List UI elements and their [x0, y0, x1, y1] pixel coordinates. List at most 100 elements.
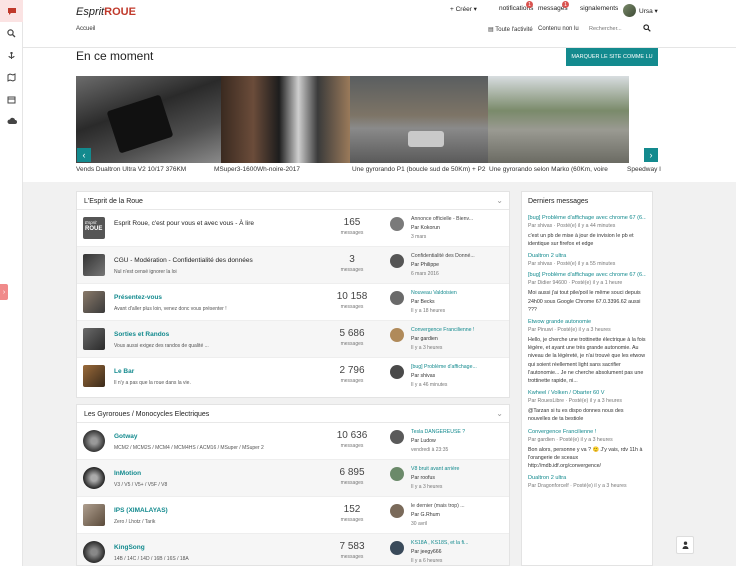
avatar[interactable]	[390, 254, 404, 268]
recent-message-title[interactable]: Dualtron 2 ultra	[528, 475, 646, 481]
avatar[interactable]	[390, 328, 404, 342]
forum-row[interactable]: CGU - Modération - Confidentialité des d…	[77, 247, 509, 284]
search-icon[interactable]	[643, 24, 651, 34]
forum-title[interactable]: IPS (XIMALAYAS)	[114, 507, 168, 514]
last-post-author[interactable]: Par gardien	[411, 336, 438, 342]
last-post-author[interactable]: Par Philippe	[411, 262, 439, 268]
forum-title[interactable]: Sorties et Randos	[114, 331, 169, 338]
carousel-caption[interactable]: Vends Dualtron Ultra V2 10/17 376KM	[76, 166, 186, 173]
carousel-next-button[interactable]: ›	[644, 148, 658, 162]
forum-title[interactable]: Le Bar	[114, 368, 134, 375]
user-panel-button[interactable]	[676, 536, 694, 554]
all-activity-link[interactable]: ▤ Toute l'activité	[488, 26, 533, 33]
recent-message-title[interactable]: Etwow grande autonomie	[528, 319, 646, 325]
forum-row[interactable]: Sorties et Randos Vous aussi exigez des …	[77, 321, 509, 358]
last-post-author[interactable]: Par shivas	[411, 373, 435, 379]
category-header[interactable]: L'Esprit de la Roue ⌄	[77, 192, 509, 210]
forum-row[interactable]: Gotway MCM2 / MCM2S / MCM4 / MCM4HS / AC…	[77, 423, 509, 460]
carousel-caption[interactable]: Une gyrorando P1 (boucle sud de 50Km) + …	[352, 166, 486, 173]
forum-title[interactable]: KingSong	[114, 544, 145, 551]
recent-message-meta: Par gardien · Posté(e) il y a 3 heures	[528, 436, 613, 443]
last-post-title[interactable]: Confidentialité des Donné...	[411, 253, 475, 259]
recent-message-title[interactable]: [bug] Problème d'affichage avec chrome 6…	[528, 215, 646, 221]
last-post-date: Il y a 3 heures	[411, 345, 443, 351]
last-post-title[interactable]: [bug] Problème d'affichage...	[411, 364, 477, 370]
forum-title[interactable]: Esprit Roue, c'est pour vous et avec vou…	[114, 220, 254, 227]
forum-title[interactable]: InMotion	[114, 470, 141, 477]
avatar[interactable]	[390, 504, 404, 518]
post-count-label: messages	[340, 304, 364, 310]
notifications-link[interactable]: notifications 1	[499, 1, 533, 12]
mark-site-read-button[interactable]: MARQUER LE SITE COMME LU	[566, 48, 658, 66]
recent-message-title[interactable]: Convergence Francilienne !	[528, 429, 646, 435]
last-post-title[interactable]: Tesla DANGEREUSE ?	[411, 429, 465, 435]
last-post-title[interactable]: Convergence Francilienne !	[411, 327, 474, 333]
avatar[interactable]	[390, 467, 404, 481]
carousel-caption[interactable]: Speedway I	[627, 166, 661, 173]
last-post-title[interactable]: KS18A , KS18S, et la fi...	[411, 540, 468, 546]
map-icon[interactable]	[0, 66, 23, 88]
category-header[interactable]: Les Gyroroues / Monocycles Electriques ⌄	[77, 405, 509, 423]
post-count-label: messages	[340, 480, 364, 486]
last-post-author[interactable]: Par G.Rhum	[411, 512, 440, 518]
avatar[interactable]	[390, 541, 404, 555]
forum-row[interactable]: Esprit ROUE Esprit Roue, c'est pour vous …	[77, 210, 509, 247]
forum-icon	[83, 504, 105, 526]
avatar[interactable]	[390, 217, 404, 231]
last-post-author[interactable]: Par jeegy666	[411, 549, 442, 555]
recent-message-title[interactable]: Kwheel / Volken / Obarter 60 V	[528, 390, 646, 396]
chevron-down-icon[interactable]: ⌄	[496, 196, 503, 205]
last-post-author[interactable]: Par Kokorun	[411, 225, 440, 231]
forum-description: MCM2 / MCM2S / MCM4 / MCM4HS / ACM16 / M…	[114, 445, 264, 451]
post-count-label: messages	[340, 443, 364, 449]
last-post-title[interactable]: Nouveau Valdoisien	[411, 290, 457, 296]
anchor-icon[interactable]	[0, 44, 23, 66]
forum-row[interactable]: Le Bar Il n'y a pas que la roue dans la …	[77, 358, 509, 395]
carousel-prev-button[interactable]: ‹	[77, 148, 91, 162]
forum-title[interactable]: Gotway	[114, 433, 137, 440]
chat-icon[interactable]	[0, 0, 23, 22]
recent-message-title[interactable]: [bug] Problème d'affichage avec chrome 6…	[528, 272, 646, 278]
user-menu[interactable]: Ursa ▾	[623, 4, 658, 17]
carousel-caption[interactable]: Une gyrorando selon Marko (60Km, voire	[489, 166, 608, 173]
carousel-image-1[interactable]	[76, 76, 221, 163]
search-input[interactable]	[589, 23, 647, 35]
forum-description: Il n'y a pas que la roue dans la vie.	[114, 380, 191, 386]
cloud-icon[interactable]	[0, 110, 23, 132]
last-post-title[interactable]: V8 bruit avant arrière	[411, 466, 459, 472]
forum-title[interactable]: CGU - Modération - Confidentialité des d…	[114, 257, 253, 264]
messages-link[interactable]: messages 1	[538, 1, 569, 12]
recent-message-title[interactable]: Dualtron 2 ultra	[528, 253, 646, 259]
reports-link[interactable]: signalements	[580, 5, 618, 12]
avatar[interactable]	[390, 430, 404, 444]
breadcrumb[interactable]: Accueil	[76, 26, 95, 32]
last-post-author[interactable]: Par Becks	[411, 299, 435, 305]
side-panel-toggle[interactable]: ›	[0, 284, 8, 300]
chevron-down-icon[interactable]: ⌄	[496, 409, 503, 418]
unread-link[interactable]: Contenu non lu	[538, 26, 579, 32]
forum-title[interactable]: Présentez-vous	[114, 294, 162, 301]
post-count-label: messages	[340, 230, 364, 236]
carousel-image-3[interactable]	[350, 76, 488, 163]
last-post-author[interactable]: Par roofus	[411, 475, 435, 481]
forum-row[interactable]: InMotion V3 / V5 / V5+ / V5F / V8 6 895 …	[77, 460, 509, 497]
last-post-author[interactable]: Par Ludow	[411, 438, 436, 444]
forum-row[interactable]: IPS (XIMALAYAS) Zero / Lhotz / Tarik 152…	[77, 497, 509, 534]
calendar-icon[interactable]	[0, 88, 23, 110]
site-logo[interactable]: EspritROUE	[76, 6, 136, 18]
forum-row[interactable]: KingSong 14B / 14C / 14D / 16B / 16S / 1…	[77, 534, 509, 565]
avatar[interactable]	[390, 291, 404, 305]
create-menu[interactable]: + Créer ▾	[450, 5, 477, 13]
carousel-image-4[interactable]	[488, 76, 629, 163]
forum-category-gyroroues: Les Gyroroues / Monocycles Electriques ⌄…	[76, 404, 510, 566]
post-count-label: messages	[340, 378, 364, 384]
search-icon[interactable]	[0, 22, 23, 44]
carousel-image-2[interactable]	[221, 76, 350, 163]
forum-icon	[83, 365, 105, 387]
forum-row[interactable]: Présentez-vous Avant d'aller plus loin, …	[77, 284, 509, 321]
forum-icon: Esprit ROUE	[83, 217, 105, 239]
avatar[interactable]	[390, 365, 404, 379]
last-post-title[interactable]: Annonce officielle - Bienv...	[411, 216, 473, 222]
carousel-caption[interactable]: MSuper3-1600Wh-noire-2017	[214, 166, 300, 173]
last-post-title[interactable]: le dernier (mais trop) ...	[411, 503, 465, 509]
